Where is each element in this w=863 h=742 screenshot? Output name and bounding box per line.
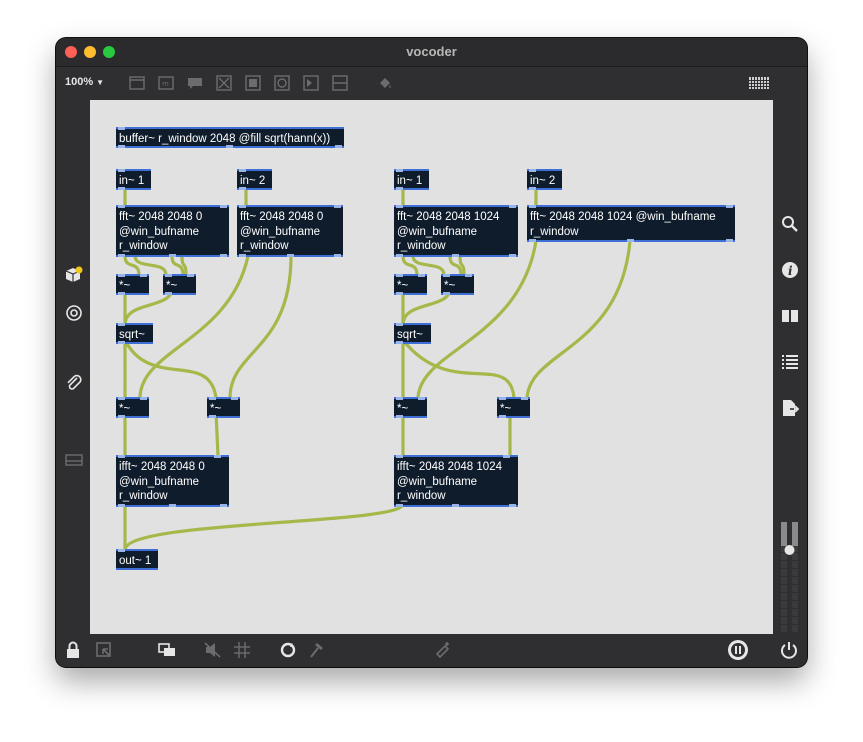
object-text-line2: @win_bufname [397, 475, 478, 488]
object-text-line2: r_window [530, 225, 579, 238]
right-mul4-object[interactable]: *~ [497, 397, 530, 418]
left-ifft-object[interactable]: ifft~ 2048 2048 0 @win_bufname r_window [116, 455, 229, 507]
list-icon[interactable] [780, 352, 800, 372]
refresh-icon[interactable] [278, 640, 298, 660]
right-fft1-object[interactable]: fft~ 2048 2048 1024 @win_bufname r_windo… [394, 205, 518, 257]
power-icon[interactable] [779, 640, 799, 660]
new-view-icon[interactable] [157, 640, 177, 660]
left-in1-object[interactable]: in~ 1 [116, 169, 151, 190]
right-ifft-object[interactable]: ifft~ 2048 2048 1024 @win_bufname r_wind… [394, 455, 518, 507]
title-bar: vocoder [56, 38, 807, 67]
object-text-line2: @win_bufname [119, 225, 200, 238]
right-in1-object[interactable]: in~ 1 [394, 169, 429, 190]
number-icon[interactable] [303, 75, 319, 91]
left-mul1-object[interactable]: *~ [116, 274, 149, 295]
object-text-line1: ifft~ 2048 2048 0 [119, 461, 205, 473]
message-icon[interactable] [187, 75, 203, 91]
object-text-line3: r_window [240, 240, 289, 252]
reference-book-icon[interactable] [780, 306, 800, 326]
comment-icon[interactable]: m [158, 75, 174, 91]
right-sqrt-object[interactable]: sqrt~ [394, 323, 431, 344]
right-mul1-object[interactable]: *~ [394, 274, 427, 295]
target-icon[interactable] [64, 303, 84, 323]
object-text-line3: r_window [397, 490, 446, 502]
left-fft1-object[interactable]: fft~ 2048 2048 0 @win_bufname r_window [116, 205, 229, 257]
grid-icon[interactable] [232, 640, 252, 660]
left-mul2-object[interactable]: *~ [163, 274, 196, 295]
button-icon[interactable] [245, 75, 261, 91]
zoom-level: 100% [65, 76, 94, 88]
mute-icon[interactable] [203, 640, 223, 660]
svg-text:m: m [162, 80, 169, 88]
left-sqrt-object[interactable]: sqrt~ [116, 323, 153, 344]
left-mul3-object[interactable]: *~ [116, 397, 149, 418]
audio-on-off-icon[interactable] [726, 638, 750, 662]
object-text-line1: fft~ 2048 2048 0 [240, 211, 324, 223]
svg-text:i: i [788, 264, 793, 278]
left-in2-object[interactable]: in~ 2 [237, 169, 272, 190]
info-icon[interactable]: i [780, 260, 800, 280]
object-text-line3: r_window [397, 240, 446, 252]
object-text-line1: fft~ 2048 2048 0 [119, 211, 203, 223]
top-toolbar: 100% ▼ m [56, 67, 807, 100]
chevron-down-icon: ▼ [96, 78, 105, 87]
left-fft2-object[interactable]: fft~ 2048 2048 0 @win_bufname r_window [237, 205, 343, 257]
object-text-line3: r_window [119, 240, 168, 252]
zoom-menu[interactable]: 100% ▼ [65, 76, 104, 88]
object-text-line2: @win_bufname [240, 225, 321, 238]
right-mul2-object[interactable]: *~ [441, 274, 474, 295]
dock-icon[interactable] [64, 450, 84, 470]
paint-bucket-icon[interactable] [377, 75, 393, 91]
output-level-meter[interactable] [779, 522, 801, 632]
grid-keyboard-icon[interactable] [748, 75, 770, 91]
patcher-canvas[interactable]: buffer~ r_window 2048 @fill sqrt(hann(x)… [90, 100, 773, 634]
right-fft2-object[interactable]: fft~ 2048 2048 1024 @win_bufname r_windo… [527, 205, 735, 242]
object-text-line2: @win_bufname [397, 225, 478, 238]
buffer-object[interactable]: buffer~ r_window 2048 @fill sqrt(hann(x)… [116, 127, 344, 148]
package-icon[interactable] [64, 265, 84, 285]
lock-icon[interactable] [63, 640, 83, 660]
probe-icon[interactable] [433, 640, 453, 660]
left-mul4-object[interactable]: *~ [207, 397, 240, 418]
bottom-toolbar [56, 634, 807, 667]
presentation-icon[interactable] [129, 75, 145, 91]
object-text-line1: fft~ 2048 2048 1024 @win_bufname [530, 211, 716, 223]
search-icon[interactable] [780, 214, 800, 234]
export-file-icon[interactable] [780, 398, 800, 418]
object-text-line3: r_window [119, 490, 168, 502]
left-sidebar [56, 100, 90, 634]
debug-tool-icon[interactable] [307, 640, 327, 660]
presentation-mode-icon[interactable] [94, 640, 114, 660]
patcher-window: vocoder 100% ▼ m buffer~ r_window 2048 @… [56, 38, 807, 667]
window-title: vocoder [406, 44, 457, 59]
paperclip-icon[interactable] [64, 372, 84, 392]
object-text-line1: ifft~ 2048 2048 1024 [397, 461, 502, 473]
object-text-line1: fft~ 2048 2048 1024 [397, 211, 500, 223]
right-in2-object[interactable]: in~ 2 [527, 169, 562, 190]
toggle-icon[interactable] [216, 75, 232, 91]
right-mul3-object[interactable]: *~ [394, 397, 427, 418]
patch-cords [123, 188, 632, 552]
out-object[interactable]: out~ 1 [116, 549, 158, 570]
object-text-line2: @win_bufname [119, 475, 200, 488]
bang-icon[interactable] [274, 75, 290, 91]
slider-icon[interactable] [332, 75, 348, 91]
object-text: out~ 1 [119, 555, 152, 567]
